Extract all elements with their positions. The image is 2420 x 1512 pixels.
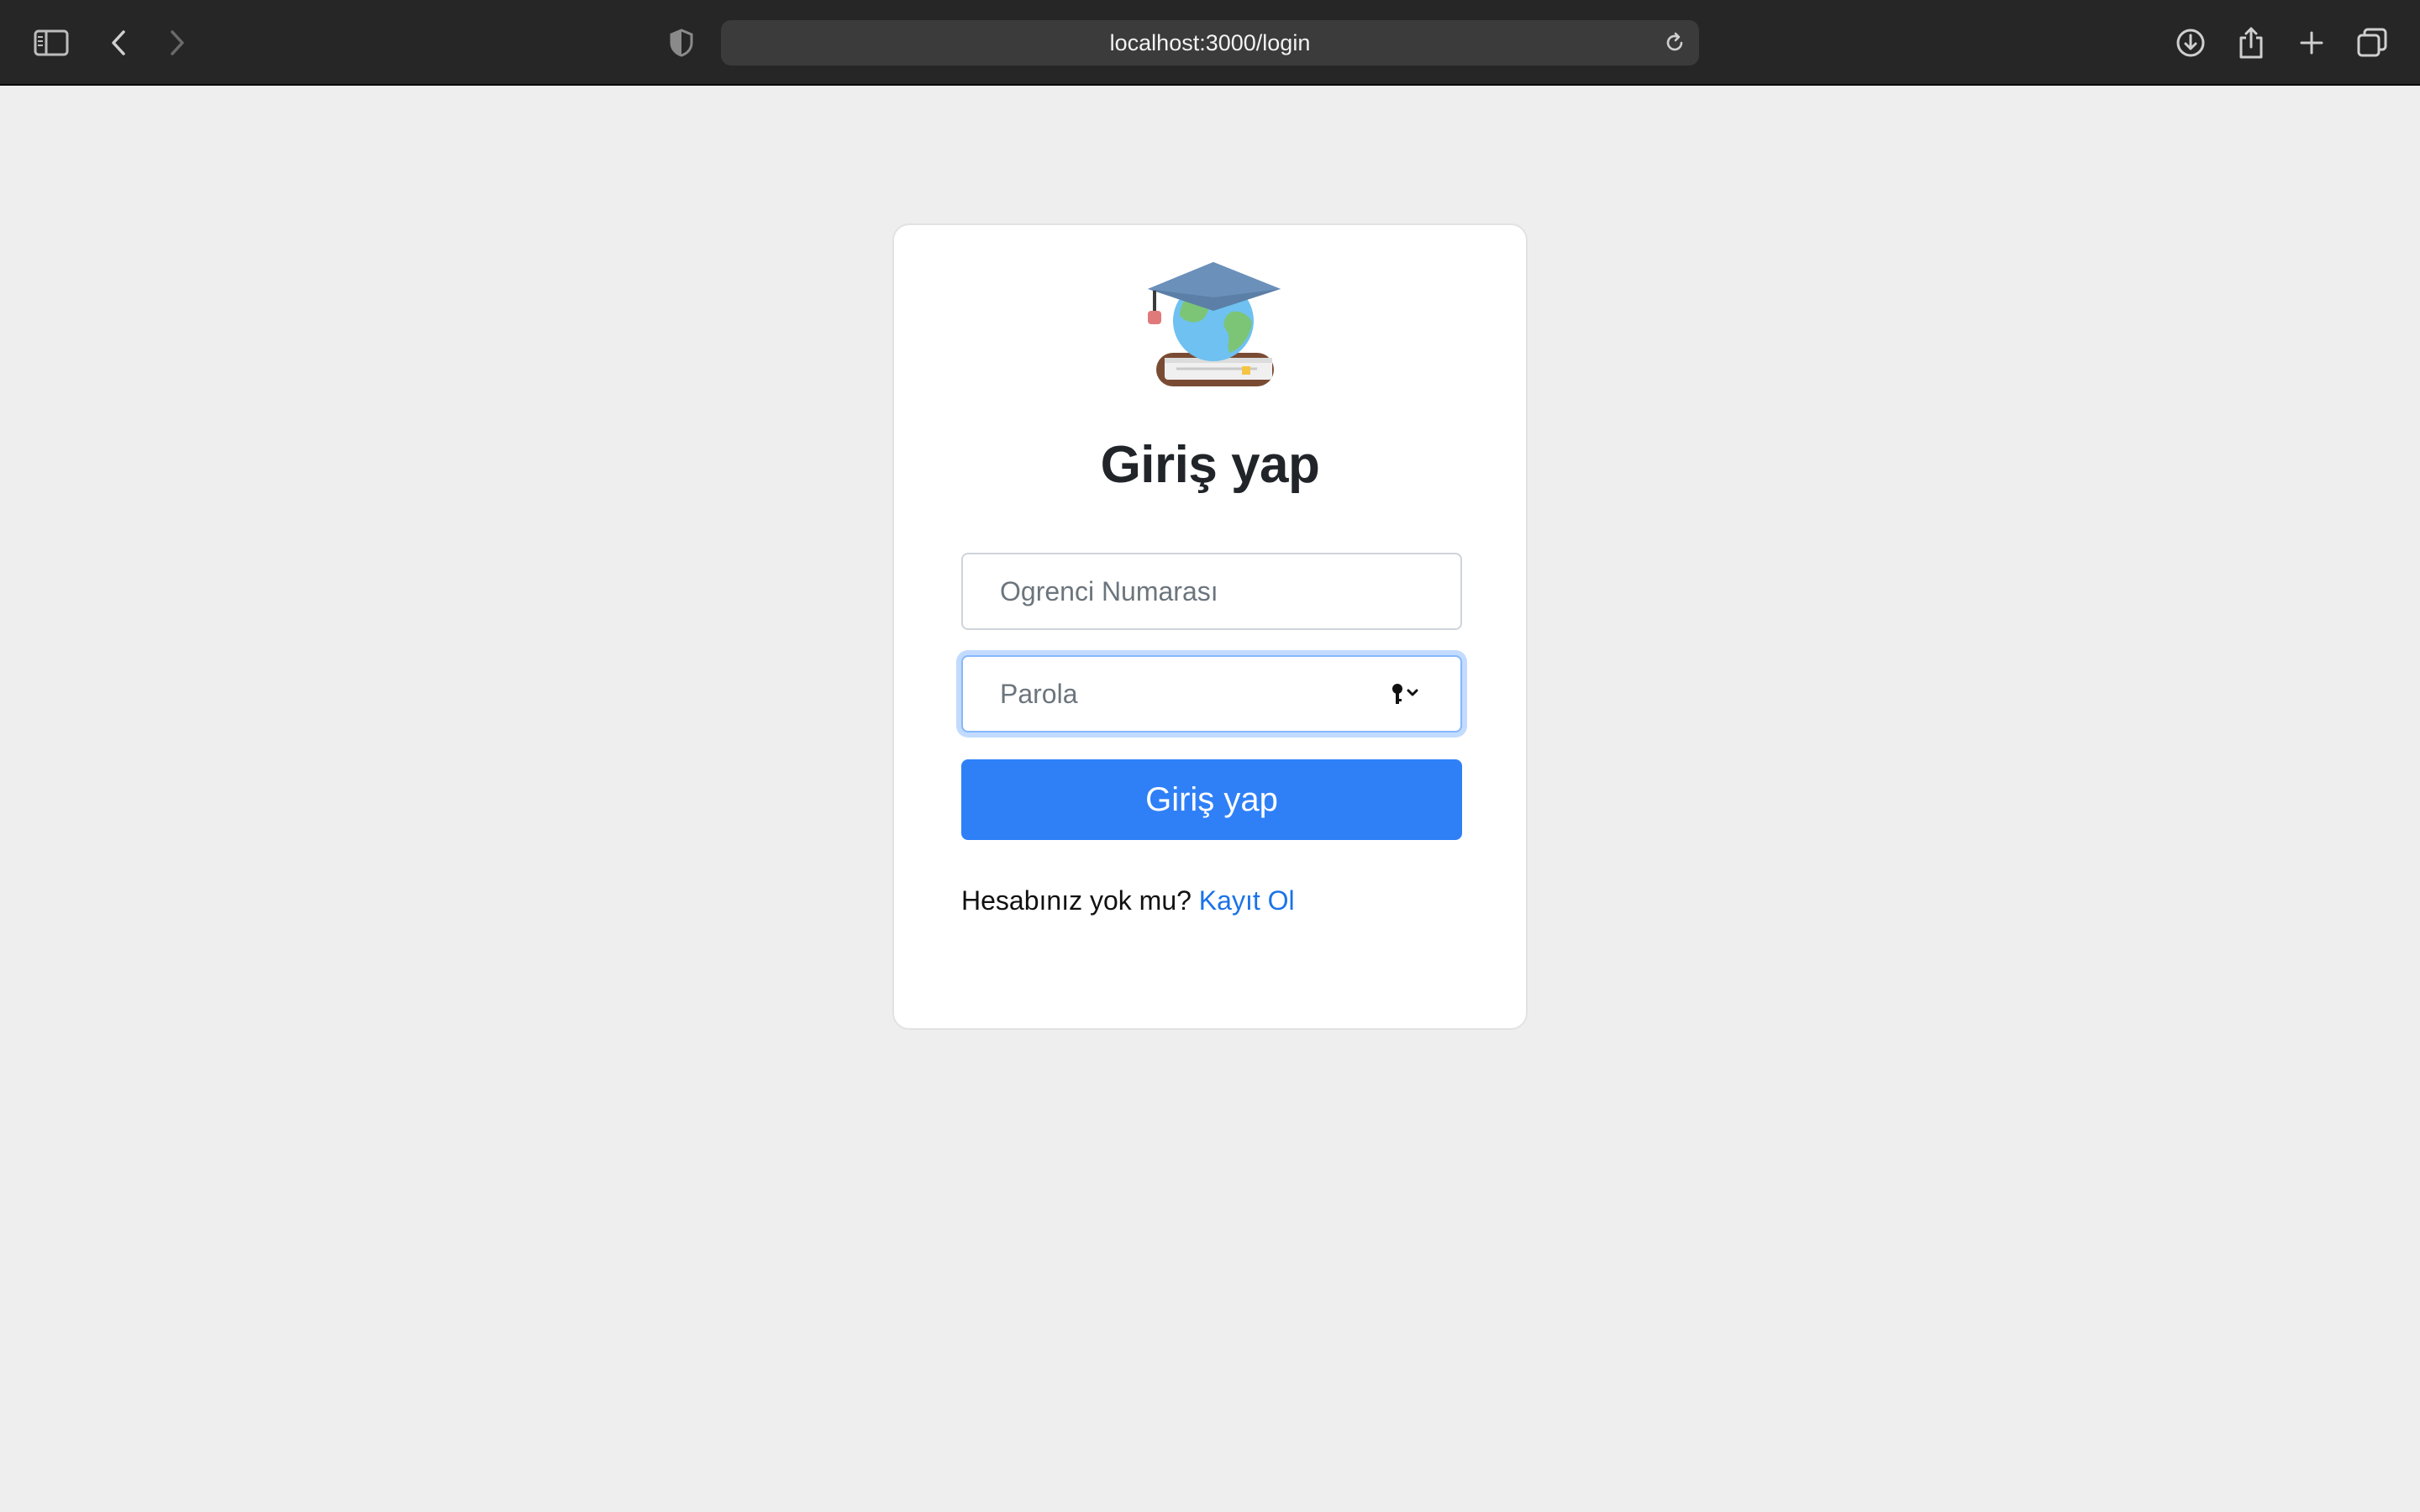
login-card: Giriş yap Giriş yap Hesabınız yok mu? Ka… xyxy=(892,223,1528,1030)
student-number-input[interactable] xyxy=(961,553,1462,630)
download-icon[interactable] xyxy=(2166,20,2215,66)
password-input[interactable] xyxy=(961,655,1462,732)
chevron-right-icon[interactable] xyxy=(153,20,202,66)
signup-prompt: Hesabınız yok mu? xyxy=(961,885,1192,916)
url-text: localhost:3000/login xyxy=(1109,29,1311,55)
sidebar-icon[interactable] xyxy=(27,20,76,66)
plus-icon[interactable] xyxy=(2287,20,2336,66)
tabs-overview-icon[interactable] xyxy=(2348,20,2396,66)
password-autofill-key-icon[interactable] xyxy=(1390,682,1423,706)
signup-row: Hesabınız yok mu? Kayıt Ol xyxy=(961,885,1295,916)
share-icon[interactable] xyxy=(2227,20,2275,66)
signup-link[interactable]: Kayıt Ol xyxy=(1199,885,1295,916)
reload-icon[interactable] xyxy=(1662,30,1687,55)
chevron-left-icon[interactable] xyxy=(94,20,143,66)
browser-toolbar: localhost:3000/login xyxy=(0,0,2420,86)
password-field-wrapper xyxy=(961,655,1462,732)
login-submit-button[interactable]: Giriş yap xyxy=(961,759,1462,840)
page-title: Giriş yap xyxy=(1100,436,1320,494)
shield-icon[interactable] xyxy=(657,20,706,66)
graduation-cap-globe-book-icon xyxy=(1148,262,1281,386)
address-bar[interactable]: localhost:3000/login xyxy=(721,20,1699,66)
